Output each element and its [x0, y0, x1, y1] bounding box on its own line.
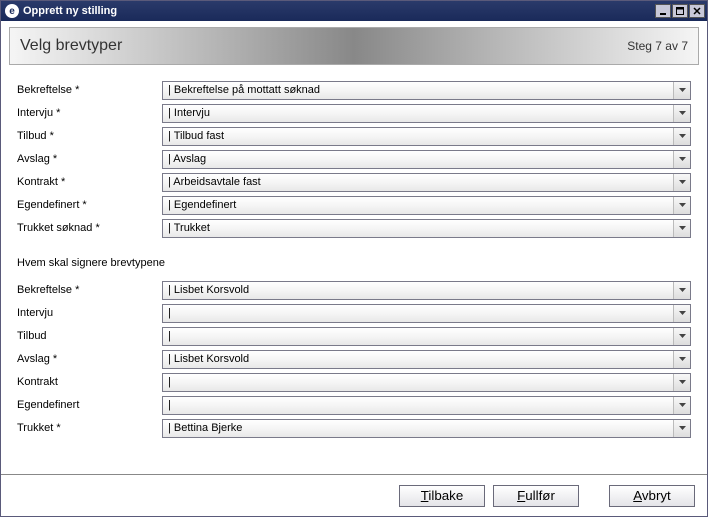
- window-title: Opprett ny stilling: [23, 5, 655, 17]
- step-indicator: Steg 7 av 7: [627, 39, 688, 53]
- signer-2-combo[interactable]: |: [162, 327, 691, 346]
- lettertype-1-value: | Intervju: [163, 107, 673, 119]
- chevron-down-icon: [673, 328, 690, 345]
- footer: Tilbake Fullfør Avbryt: [1, 474, 707, 516]
- window-controls: [655, 4, 705, 18]
- lettertype-1-combo[interactable]: | Intervju: [162, 104, 691, 123]
- lettertype-6-label: Trukket søknad *: [17, 222, 162, 234]
- lettertype-1-row: Intervju * | Intervju: [17, 102, 691, 124]
- chevron-down-icon: [673, 374, 690, 391]
- signer-0-label: Bekreftelse *: [17, 284, 162, 296]
- signer-3-combo[interactable]: | Lisbet Korsvold: [162, 350, 691, 369]
- signer-1-label: Intervju: [17, 307, 162, 319]
- signer-2-row: Tilbud |: [17, 325, 691, 347]
- signer-1-row: Intervju |: [17, 302, 691, 324]
- back-button[interactable]: Tilbake: [399, 485, 485, 507]
- lettertype-2-row: Tilbud * | Tilbud fast: [17, 125, 691, 147]
- signer-3-value: | Lisbet Korsvold: [163, 353, 673, 365]
- lettertype-6-row: Trukket søknad * | Trukket: [17, 217, 691, 239]
- wizard-header: Velg brevtyper Steg 7 av 7: [9, 27, 699, 65]
- lettertype-5-row: Egendefinert * | Egendefinert: [17, 194, 691, 216]
- signer-2-label: Tilbud: [17, 330, 162, 342]
- lettertype-2-label: Tilbud *: [17, 130, 162, 142]
- maximize-button[interactable]: [672, 4, 688, 18]
- signer-6-row: Trukket * | Bettina Bjerke: [17, 417, 691, 439]
- chevron-down-icon: [673, 351, 690, 368]
- minimize-button[interactable]: [655, 4, 671, 18]
- lettertype-2-value: | Tilbud fast: [163, 130, 673, 142]
- sign-section-label: Hvem skal signere brevtypene: [17, 257, 691, 269]
- lettertype-6-value: | Trukket: [163, 222, 673, 234]
- finish-button[interactable]: Fullfør: [493, 485, 579, 507]
- lettertype-0-row: Bekreftelse * | Bekreftelse på mottatt s…: [17, 79, 691, 101]
- lettertype-2-combo[interactable]: | Tilbud fast: [162, 127, 691, 146]
- lettertype-0-value: | Bekreftelse på mottatt søknad: [163, 84, 673, 96]
- signer-4-row: Kontrakt |: [17, 371, 691, 393]
- lettertype-4-value: | Arbeidsavtale fast: [163, 176, 673, 188]
- signer-0-value: | Lisbet Korsvold: [163, 284, 673, 296]
- lettertype-3-value: | Avslag: [163, 153, 673, 165]
- lettertype-5-value: | Egendefinert: [163, 199, 673, 211]
- signer-6-label: Trukket *: [17, 422, 162, 434]
- signer-1-value: |: [163, 307, 673, 319]
- titlebar: e Opprett ny stilling: [1, 1, 707, 21]
- chevron-down-icon: [673, 174, 690, 191]
- signer-3-label: Avslag *: [17, 353, 162, 365]
- signer-2-value: |: [163, 330, 673, 342]
- signer-1-combo[interactable]: |: [162, 304, 691, 323]
- signer-4-label: Kontrakt: [17, 376, 162, 388]
- chevron-down-icon: [673, 128, 690, 145]
- lettertype-4-row: Kontrakt * | Arbeidsavtale fast: [17, 171, 691, 193]
- signer-0-row: Bekreftelse * | Lisbet Korsvold: [17, 279, 691, 301]
- signer-4-combo[interactable]: |: [162, 373, 691, 392]
- cancel-mnemonic: A: [633, 488, 642, 504]
- chevron-down-icon: [673, 305, 690, 322]
- chevron-down-icon: [673, 420, 690, 437]
- signer-4-value: |: [163, 376, 673, 388]
- lettertype-0-label: Bekreftelse *: [17, 84, 162, 96]
- lettertype-4-label: Kontrakt *: [17, 176, 162, 188]
- chevron-down-icon: [673, 220, 690, 237]
- chevron-down-icon: [673, 397, 690, 414]
- lettertype-0-combo[interactable]: | Bekreftelse på mottatt søknad: [162, 81, 691, 100]
- lettertype-4-combo[interactable]: | Arbeidsavtale fast: [162, 173, 691, 192]
- lettertype-1-label: Intervju *: [17, 107, 162, 119]
- app-icon: e: [5, 4, 19, 18]
- chevron-down-icon: [673, 82, 690, 99]
- lettertype-5-label: Egendefinert *: [17, 199, 162, 211]
- lettertype-5-combo[interactable]: | Egendefinert: [162, 196, 691, 215]
- signer-5-label: Egendefinert: [17, 399, 162, 411]
- signer-3-row: Avslag * | Lisbet Korsvold: [17, 348, 691, 370]
- form-content: Bekreftelse * | Bekreftelse på mottatt s…: [1, 65, 707, 474]
- close-button[interactable]: [689, 4, 705, 18]
- chevron-down-icon: [673, 151, 690, 168]
- signer-5-row: Egendefinert |: [17, 394, 691, 416]
- chevron-down-icon: [673, 197, 690, 214]
- signer-5-value: |: [163, 399, 673, 411]
- finish-label-rest: ullfør: [525, 488, 555, 504]
- chevron-down-icon: [673, 105, 690, 122]
- signer-0-combo[interactable]: | Lisbet Korsvold: [162, 281, 691, 300]
- signer-6-value: | Bettina Bjerke: [163, 422, 673, 434]
- lettertype-6-combo[interactable]: | Trukket: [162, 219, 691, 238]
- page-title: Velg brevtyper: [20, 37, 627, 55]
- dialog-window: e Opprett ny stilling Velg brevtyper Ste…: [0, 0, 708, 517]
- lettertype-3-label: Avslag *: [17, 153, 162, 165]
- back-label-rest: ilbake: [428, 488, 463, 504]
- lettertype-3-row: Avslag * | Avslag: [17, 148, 691, 170]
- signer-6-combo[interactable]: | Bettina Bjerke: [162, 419, 691, 438]
- signer-5-combo[interactable]: |: [162, 396, 691, 415]
- lettertype-3-combo[interactable]: | Avslag: [162, 150, 691, 169]
- cancel-button[interactable]: Avbryt: [609, 485, 695, 507]
- chevron-down-icon: [673, 282, 690, 299]
- cancel-label-rest: vbryt: [642, 488, 671, 504]
